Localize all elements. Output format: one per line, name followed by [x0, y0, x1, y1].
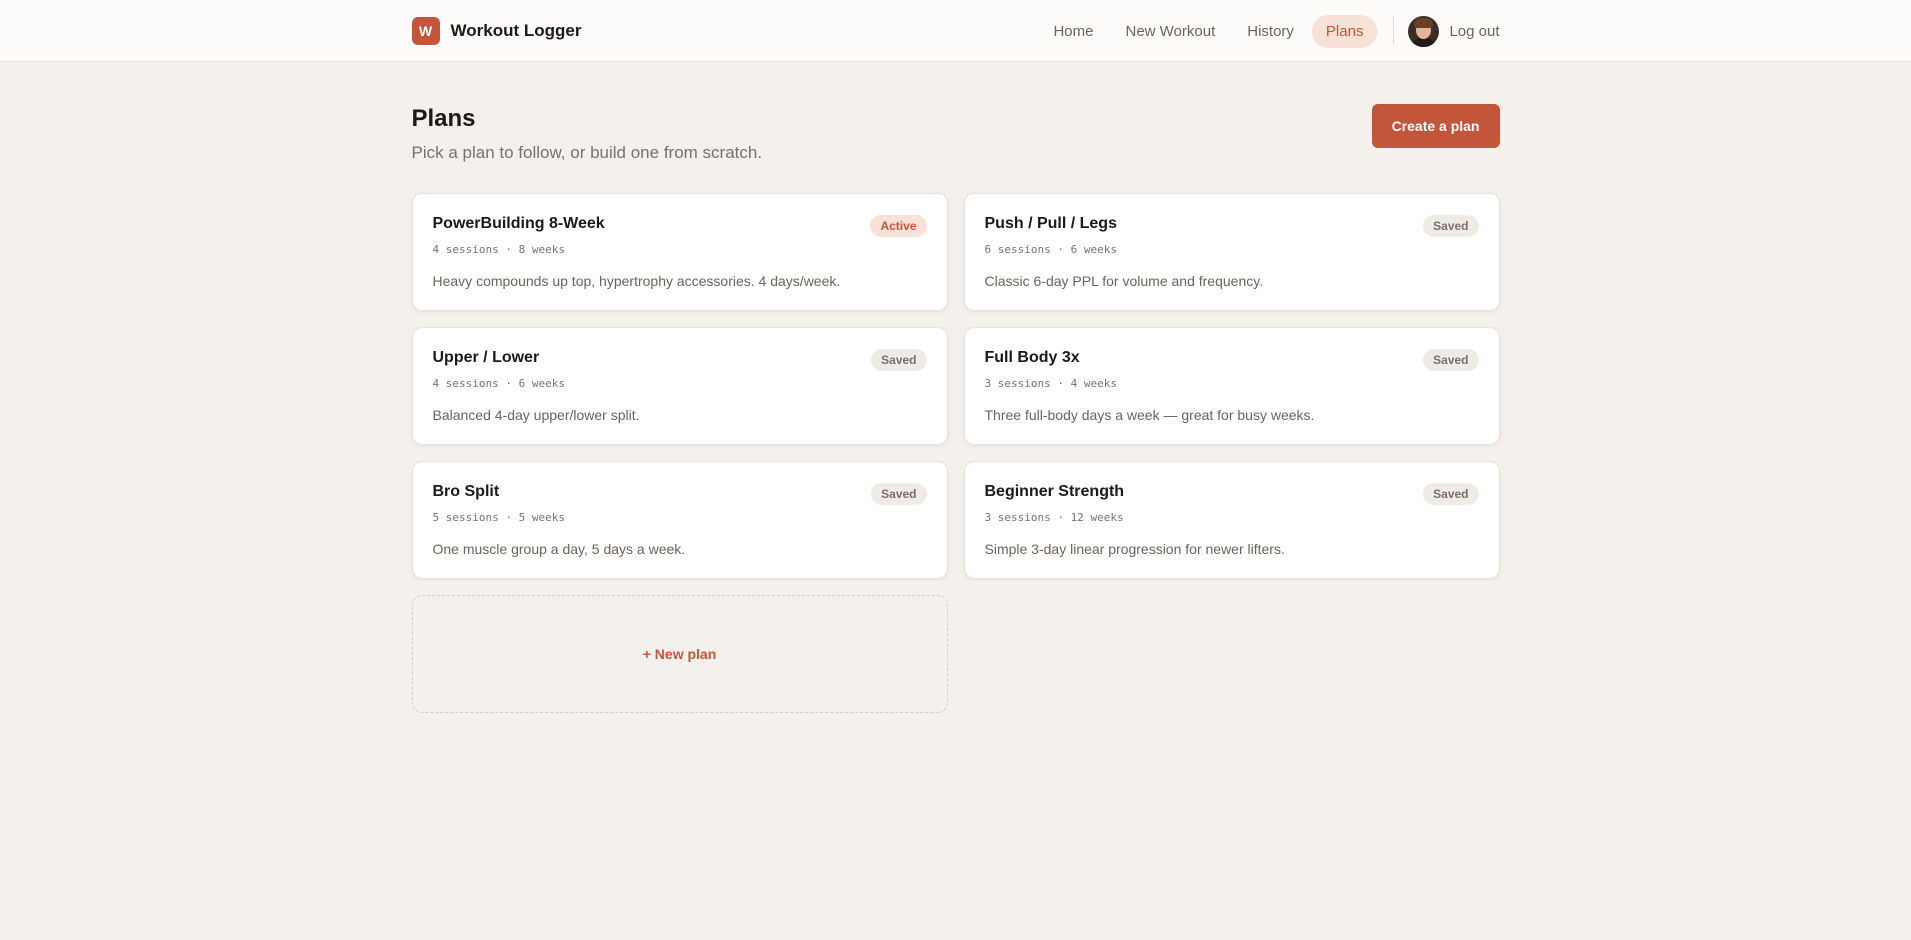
plan-name: Bro Split	[432, 483, 500, 500]
create-plan-button[interactable]: Create a plan	[1371, 104, 1500, 148]
main-nav: Home New Workout History Plans Log out	[1035, 14, 1500, 48]
plan-description: Balanced 4-day upper/lower split.	[432, 407, 640, 423]
plan-meta: 3 sessions · 4 weeks	[984, 377, 1117, 390]
nav-new-workout[interactable]: New Workout	[1111, 15, 1229, 48]
brand-name: Workout Logger	[450, 21, 582, 40]
plans-grid: PowerBuilding 8-Week 4 sessions · 8 week…	[411, 193, 1500, 713]
plan-name: Push / Pull / Legs	[984, 215, 1117, 232]
plan-meta: 6 sessions · 6 weeks	[984, 243, 1117, 256]
status-badge: Saved	[871, 349, 927, 371]
plan-card[interactable]: PowerBuilding 8-Week 4 sessions · 8 week…	[411, 193, 948, 311]
main-content: Plans Pick a plan to follow, or build on…	[411, 62, 1500, 713]
new-plan-label: + New plan	[642, 646, 717, 662]
plan-name: PowerBuilding 8-Week	[432, 215, 605, 232]
new-plan-card[interactable]: + New plan	[411, 595, 948, 713]
nav-plans[interactable]: Plans	[1311, 14, 1378, 48]
page-title: Plans	[411, 105, 476, 132]
plan-card[interactable]: Upper / Lower 4 sessions · 6 weeks Balan…	[411, 327, 948, 445]
plan-card[interactable]: Full Body 3x 3 sessions · 4 weeks Three …	[963, 327, 1500, 445]
plan-card[interactable]: Bro Split 5 sessions · 5 weeks One muscl…	[411, 461, 948, 579]
plan-description: Three full-body days a week — great for …	[984, 407, 1315, 423]
status-badge: Saved	[1423, 483, 1479, 505]
nav-history[interactable]: History	[1233, 15, 1308, 48]
plan-meta: 4 sessions · 6 weeks	[432, 377, 565, 390]
plan-name: Upper / Lower	[432, 349, 540, 366]
plan-description: Heavy compounds up top, hypertrophy acce…	[432, 273, 841, 289]
plan-card[interactable]: Beginner Strength 3 sessions · 12 weeks …	[963, 461, 1500, 579]
plan-meta: 4 sessions · 8 weeks	[432, 243, 565, 256]
logout-link[interactable]: Log out	[1449, 23, 1499, 40]
status-badge: Saved	[1423, 215, 1479, 237]
nav-home[interactable]: Home	[1039, 15, 1107, 48]
page-header: Plans Pick a plan to follow, or build on…	[412, 103, 1500, 163]
page-subtitle: Pick a plan to follow, or build one from…	[411, 143, 763, 162]
status-badge: Saved	[871, 483, 927, 505]
top-bar: W Workout Logger Home New Workout Histor…	[0, 0, 1911, 62]
brand-logo: W	[411, 17, 440, 45]
status-badge: Saved	[1423, 349, 1479, 371]
avatar[interactable]	[1408, 15, 1440, 47]
plan-name: Beginner Strength	[984, 483, 1125, 500]
brand[interactable]: W Workout Logger	[411, 17, 582, 45]
plan-meta: 3 sessions · 12 weeks	[984, 511, 1124, 524]
plan-card[interactable]: Push / Pull / Legs 6 sessions · 6 weeks …	[963, 193, 1500, 311]
status-badge: Active	[870, 215, 927, 237]
plan-description: Classic 6-day PPL for volume and frequen…	[984, 273, 1264, 289]
plan-name: Full Body 3x	[984, 349, 1080, 366]
plan-description: One muscle group a day, 5 days a week.	[432, 541, 686, 557]
plan-description: Simple 3-day linear progression for newe…	[984, 541, 1285, 557]
nav-divider	[1393, 17, 1395, 45]
plan-meta: 5 sessions · 5 weeks	[432, 511, 565, 524]
